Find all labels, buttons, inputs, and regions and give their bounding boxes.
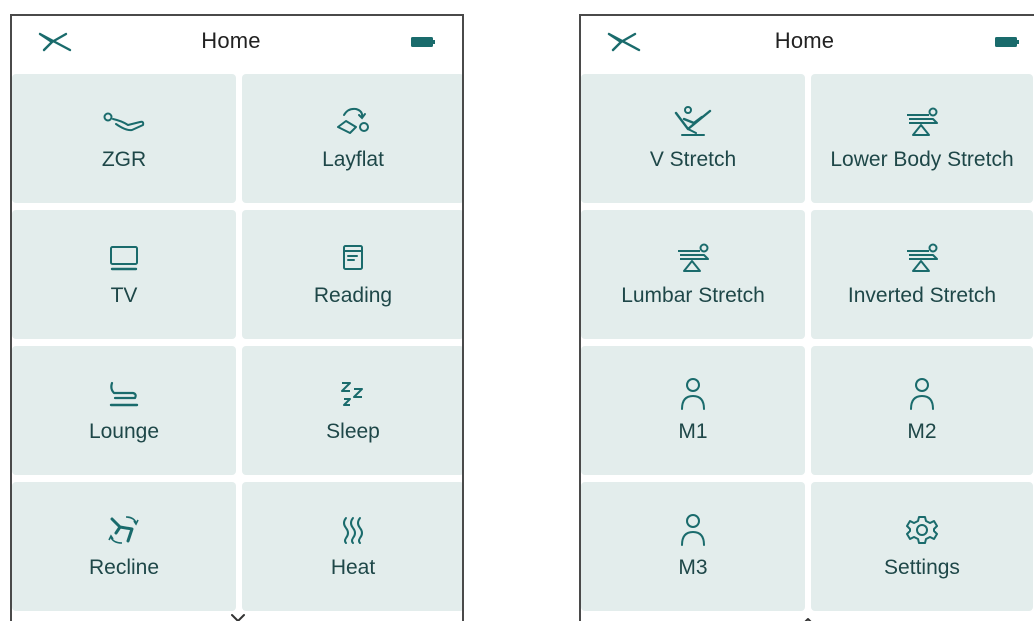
user-icon: [681, 378, 705, 410]
lumbar-stretch-icon: [678, 243, 709, 272]
book-icon: [343, 245, 363, 270]
tile-label: Inverted Stretch: [847, 284, 997, 307]
user-icon: [681, 514, 705, 546]
tile-label: Heat: [330, 556, 376, 579]
tile-label: Settings: [884, 556, 960, 579]
chevron-down-icon[interactable]: [228, 613, 248, 621]
heat-icon: [343, 517, 363, 544]
tile-label: Sleep: [326, 420, 380, 443]
tile-label: Layflat: [322, 148, 384, 171]
page-title: Home: [201, 28, 261, 53]
recline-icon: [108, 516, 139, 544]
tile-label: TV: [110, 284, 138, 307]
tile-label: V Stretch: [649, 148, 737, 171]
gear-icon: [906, 516, 938, 544]
app-header: Home: [581, 16, 1034, 72]
user-icon: [910, 378, 934, 410]
chevron-up-icon[interactable]: [798, 613, 818, 621]
lounge-tile[interactable]: Lounge: [12, 346, 236, 475]
lounge-chair-icon: [109, 381, 139, 407]
battery-icon: [411, 37, 435, 47]
tv-tile[interactable]: TV: [12, 210, 236, 339]
recline-tile[interactable]: Recline: [12, 482, 236, 611]
inverted-stretch-tile[interactable]: Inverted Stretch: [811, 210, 1033, 339]
memory-m1-tile[interactable]: M1: [581, 346, 805, 475]
home-screen-page-1: Home ZGR Layflat TV Reading Lounge Sleep…: [10, 14, 464, 621]
home-screen-page-2: Home V Stretch Lower Body Stretch Lumbar…: [579, 14, 1034, 621]
zzz-icon: [341, 382, 363, 406]
v-stretch-tile[interactable]: V Stretch: [581, 74, 805, 203]
zgr-tile[interactable]: ZGR: [12, 74, 236, 203]
page-title: Home: [774, 28, 835, 53]
mode-grid: ZGR Layflat TV Reading Lounge Sleep Recl…: [12, 74, 462, 611]
v-stretch-icon: [674, 106, 712, 136]
memory-m2-tile[interactable]: M2: [811, 346, 1033, 475]
tile-label: M3: [678, 556, 708, 579]
tile-label: Lounge: [88, 420, 160, 443]
settings-tile[interactable]: Settings: [811, 482, 1033, 611]
battery-icon: [995, 37, 1019, 47]
tile-label: M2: [907, 420, 937, 443]
app-header: Home: [12, 16, 462, 72]
layflat-tile[interactable]: Layflat: [242, 74, 462, 203]
tv-icon: [110, 246, 138, 271]
zero-gravity-icon: [103, 112, 145, 132]
tile-label: Lumbar Stretch: [621, 284, 765, 307]
heat-tile[interactable]: Heat: [242, 482, 462, 611]
sleep-tile[interactable]: Sleep: [242, 346, 462, 475]
tile-label: Reading: [313, 284, 393, 307]
mode-grid: V Stretch Lower Body Stretch Lumbar Stre…: [581, 74, 1033, 611]
tile-label: Recline: [88, 556, 160, 579]
inverted-stretch-icon: [907, 243, 938, 272]
reading-tile[interactable]: Reading: [242, 210, 462, 339]
lower-body-stretch-icon: [907, 107, 938, 136]
layflat-icon: [337, 107, 369, 134]
tile-label: ZGR: [101, 148, 147, 171]
tile-label: M1: [678, 420, 708, 443]
lower-body-stretch-tile[interactable]: Lower Body Stretch: [811, 74, 1033, 203]
lumbar-stretch-tile[interactable]: Lumbar Stretch: [581, 210, 805, 339]
memory-m3-tile[interactable]: M3: [581, 482, 805, 611]
tile-label: Lower Body Stretch: [830, 148, 1014, 171]
